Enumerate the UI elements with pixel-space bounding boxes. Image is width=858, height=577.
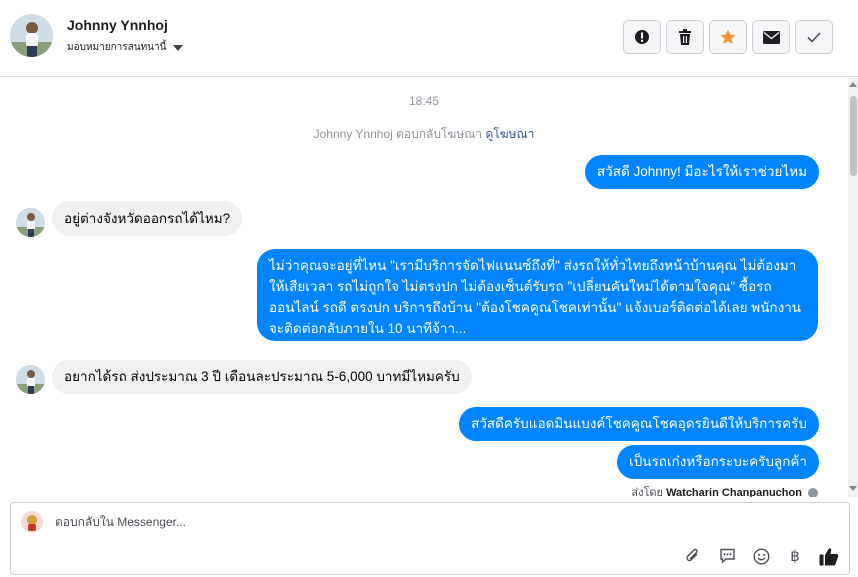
attach-button[interactable]: [683, 546, 703, 566]
mark-done-button[interactable]: [795, 20, 833, 54]
message-outgoing: สวัสดีครับแอดมินแบงค์โชคคูณโชคอุดรยินดีใ…: [459, 407, 819, 441]
mail-icon: [762, 30, 780, 44]
sent-by-prefix: ส่งโดย: [631, 487, 663, 497]
message-outgoing: เป็นรถเก๋งหรือกระบะครับลูกค้า: [617, 445, 819, 479]
scrollbar-thumb[interactable]: [850, 96, 857, 176]
delete-button[interactable]: [666, 20, 704, 54]
contact-avatar[interactable]: [10, 14, 53, 57]
message-outgoing: สวัสดี Johnny! มีอะไรให้เราช่วยไหม: [584, 155, 819, 189]
emoji-button[interactable]: [751, 546, 771, 566]
star-button[interactable]: [709, 20, 747, 54]
saved-reply-icon: [719, 548, 735, 564]
page-avatar: [21, 511, 43, 533]
header-actions: [623, 20, 833, 54]
mark-unread-button[interactable]: [752, 20, 790, 54]
like-button[interactable]: [819, 546, 839, 566]
mark-spam-button[interactable]: [623, 20, 661, 54]
message-composer: ฿: [10, 502, 850, 575]
message-incoming: อยู่ต่างจังหวัดออกรถได้ไหม?: [52, 201, 243, 236]
conversation-header: Johnny Ynnhoj มอบหมายการสนทนานี้: [0, 0, 858, 77]
assign-conversation-dropdown[interactable]: มอบหมายการสนทนานี้: [67, 40, 184, 55]
reply-input[interactable]: [55, 515, 655, 529]
composer-tools: ฿: [683, 546, 839, 566]
message-outgoing: ไม่ว่าคุณจะอยู่ที่ไหน "เรามีบริการจัดไฟแ…: [257, 249, 818, 341]
scroll-up-arrow-icon[interactable]: [849, 82, 857, 87]
ad-reply-text: Johnny Ynnhoj ตอบกลับโฆษณา: [313, 127, 483, 141]
payment-button[interactable]: ฿: [785, 546, 805, 566]
sender-name[interactable]: Watcharin Chanpanuchon: [666, 487, 802, 497]
messenger-conversation-window: Johnny Ynnhoj มอบหมายการสนทนานี้ 18:45 J…: [0, 0, 858, 577]
thread-scrollbar[interactable]: [848, 78, 858, 497]
customer-avatar: [16, 208, 45, 237]
view-ad-link[interactable]: ดูโฆษณา: [485, 127, 534, 141]
check-icon: [807, 31, 821, 43]
star-icon: [720, 29, 736, 44]
message-timestamp: 18:45: [408, 94, 440, 108]
like-icon: [819, 547, 839, 565]
emoji-icon: [752, 547, 770, 565]
customer-avatar: [16, 365, 45, 394]
message-incoming: อยากได้รถ ส่งประมาณ 3 ปี เดือนละประมาณ 5…: [52, 360, 472, 394]
info-icon[interactable]: [808, 488, 818, 497]
alert-icon: [635, 30, 649, 44]
trash-icon: [679, 29, 691, 45]
chevron-down-icon: [173, 44, 184, 51]
message-thread[interactable]: 18:45 Johnny Ynnhoj ตอบกลับโฆษณา ดูโฆษณา…: [0, 78, 848, 497]
contact-name[interactable]: Johnny Ynnhoj: [67, 17, 168, 33]
sent-by-label: ส่งโดย Watcharin Chanpanuchon: [631, 483, 818, 497]
ad-reply-notice: Johnny Ynnhoj ตอบกลับโฆษณา ดูโฆษณา: [0, 125, 848, 144]
attach-icon: [686, 548, 698, 561]
baht-icon: ฿: [790, 547, 800, 565]
saved-replies-button[interactable]: [717, 546, 737, 566]
scroll-down-arrow-icon[interactable]: [849, 486, 857, 491]
assign-label: มอบหมายการสนทนานี้: [67, 42, 167, 53]
